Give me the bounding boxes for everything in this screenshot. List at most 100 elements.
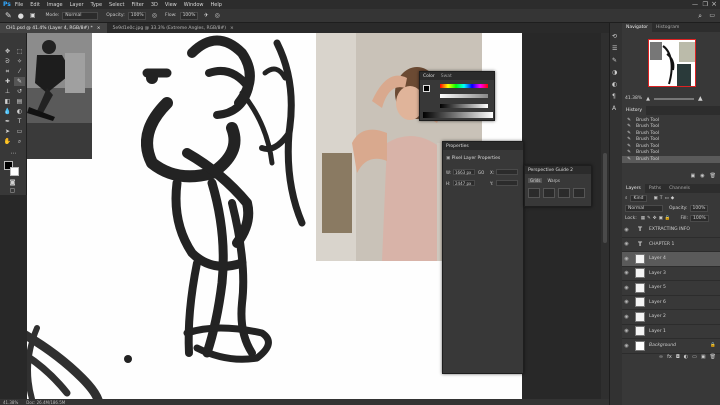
layer-row[interactable]: ◉ Layer 1 [622, 325, 720, 339]
pen-tool-icon[interactable]: ✒ [2, 117, 13, 126]
color-ramp[interactable] [423, 112, 493, 118]
fx-icon[interactable]: fx [667, 354, 672, 362]
hue-slider[interactable] [440, 84, 488, 88]
zoom-level[interactable]: 41.38% [3, 400, 18, 405]
search-icon[interactable]: ⌕ [698, 12, 702, 21]
dodge-tool-icon[interactable]: ◐ [14, 107, 25, 116]
stamp-tool-icon[interactable]: ⊥ [2, 87, 13, 96]
tab-navigator[interactable]: Navigator [622, 23, 653, 32]
foreground-color-swatch[interactable] [423, 85, 430, 92]
screen-mode-icon[interactable]: ▢ [7, 186, 18, 195]
menu-type[interactable]: Type [91, 2, 102, 8]
menu-view[interactable]: View [165, 2, 177, 8]
layer-row[interactable]: ◉ Layer 3 [622, 267, 720, 281]
brush-tool-icon[interactable]: ✎ [14, 77, 25, 86]
opacity-field[interactable]: 100% [689, 204, 709, 212]
new-layer-icon[interactable]: ▣ [701, 354, 706, 362]
tab-document-ch1[interactable]: CH1.psd @ 41.4% (Layer 4, RGB/8#) * × [0, 23, 107, 33]
grid-button[interactable] [558, 188, 570, 198]
gradient-tool-icon[interactable]: ▤ [14, 97, 25, 106]
more-tools-icon[interactable]: ⋯ [8, 149, 19, 158]
adjustments-icon[interactable]: ◐ [612, 81, 617, 88]
width-field[interactable]: 1663 px [453, 169, 475, 175]
layer-kind-select[interactable]: Kind [629, 194, 648, 202]
close-icon[interactable]: × [97, 26, 101, 31]
menu-3d[interactable]: 3D [151, 2, 158, 8]
blur-tool-icon[interactable]: 💧 [2, 107, 13, 116]
layer-row[interactable]: ◉ Layer 4 [622, 252, 720, 267]
layer-row[interactable]: ◉ Layer 2 [622, 310, 720, 325]
move-tool-icon[interactable]: ✥ [2, 47, 13, 56]
background-color-swatch[interactable] [10, 167, 19, 176]
menu-help[interactable]: Help [211, 2, 222, 8]
tab-layers[interactable]: Layers [622, 184, 645, 193]
window-close-icon[interactable]: × [711, 0, 717, 8]
link-icon[interactable]: GO [478, 170, 484, 175]
character-icon[interactable]: A [612, 105, 616, 112]
grid-button[interactable] [543, 188, 555, 198]
workspace-icon[interactable]: ▭ [709, 12, 715, 19]
zoom-slider[interactable] [654, 97, 695, 100]
fill-field[interactable]: 100% [689, 214, 709, 222]
opacity-field[interactable]: 100% [127, 11, 146, 20]
brush-settings-icon[interactable]: ✎ [612, 57, 617, 64]
flow-field[interactable]: 100% [179, 11, 198, 20]
eye-icon[interactable]: ◉ [622, 270, 631, 276]
filter-icons[interactable]: ▣T▭◆ [653, 196, 676, 201]
menu-filter[interactable]: Filter [131, 2, 143, 8]
folder-icon[interactable]: ▭ [692, 354, 697, 362]
history-item[interactable]: ✎ Brush Tool [622, 156, 720, 163]
airbrush-icon[interactable]: ✈ [204, 12, 209, 19]
close-icon[interactable]: × [230, 26, 234, 31]
navigator-thumbnail[interactable] [648, 39, 696, 87]
blend-mode-select[interactable]: Normal [625, 204, 663, 212]
tab-swatches[interactable]: Swat [441, 74, 452, 79]
menu-image[interactable]: Image [47, 2, 63, 8]
eye-icon[interactable]: ◉ [622, 241, 631, 247]
saturation-slider[interactable] [440, 94, 488, 98]
properties-icon[interactable]: ☰ [612, 45, 617, 52]
layer-row-text[interactable]: ◉ T CHAPTER 1 [622, 238, 720, 252]
pressure-opacity-icon[interactable]: ◎ [152, 12, 157, 19]
brush-preset-icon[interactable]: ● [18, 12, 24, 20]
eye-icon[interactable]: ◉ [622, 256, 631, 262]
zoom-out-icon[interactable]: ▲ [646, 96, 650, 102]
canvas-vertical-scrollbar[interactable] [601, 33, 609, 399]
menu-edit[interactable]: Edit [30, 2, 40, 8]
navigator-zoom-value[interactable]: 41.38% [625, 96, 642, 101]
canvas-area[interactable]: Color Swat Properties ▣ Pixel Layer Prop… [27, 33, 602, 399]
menu-file[interactable]: File [15, 2, 23, 8]
healing-tool-icon[interactable]: ✚ [2, 77, 13, 86]
window-minimize-icon[interactable]: — [692, 1, 698, 8]
menu-select[interactable]: Select [109, 2, 124, 8]
brush-tool-icon[interactable]: ✎ [5, 11, 12, 20]
eye-icon[interactable]: ◉ [622, 328, 631, 334]
brush-panel-icon[interactable]: ▣ [30, 12, 36, 19]
y-field[interactable] [496, 180, 518, 186]
tab-document-reference[interactable]: 5e9d1e0c.jpg @ 33.3% (Extreme Angles, RG… [107, 23, 240, 33]
eye-icon[interactable]: ◉ [622, 343, 631, 349]
navigator-preview[interactable] [622, 32, 720, 94]
layer-row-background[interactable]: ◉ Background 🔒 [622, 339, 720, 354]
tab-warps[interactable]: Warps [545, 178, 561, 183]
path-select-tool-icon[interactable]: ➤ [2, 127, 13, 136]
new-document-icon[interactable]: ▣ [691, 173, 696, 180]
trash-icon[interactable]: 🗑 [710, 354, 716, 362]
eye-icon[interactable]: ◉ [622, 285, 631, 291]
pressure-size-icon[interactable]: ◎ [215, 12, 220, 19]
grid-button[interactable] [528, 188, 540, 198]
zoom-in-icon[interactable]: ▲ [698, 95, 703, 102]
marquee-tool-icon[interactable]: ⬚ [14, 47, 25, 56]
snapshot-icon[interactable]: ◉ [700, 173, 704, 180]
adjustment-icon[interactable]: ◐ [684, 354, 688, 362]
layer-row[interactable]: ◉ Layer 6 [622, 296, 720, 310]
menu-window[interactable]: Window [184, 2, 204, 8]
height-field[interactable]: 2447 px [453, 180, 475, 186]
tab-channels[interactable]: Channels [665, 184, 694, 193]
zoom-tool-icon[interactable]: ⌕ [14, 137, 25, 146]
tab-paths[interactable]: Paths [645, 184, 665, 193]
history-icon[interactable]: ⟲ [612, 33, 617, 40]
tab-histogram[interactable]: Histogram [652, 23, 683, 32]
color-icon[interactable]: ◑ [612, 69, 617, 76]
eye-icon[interactable]: ◉ [622, 227, 631, 233]
